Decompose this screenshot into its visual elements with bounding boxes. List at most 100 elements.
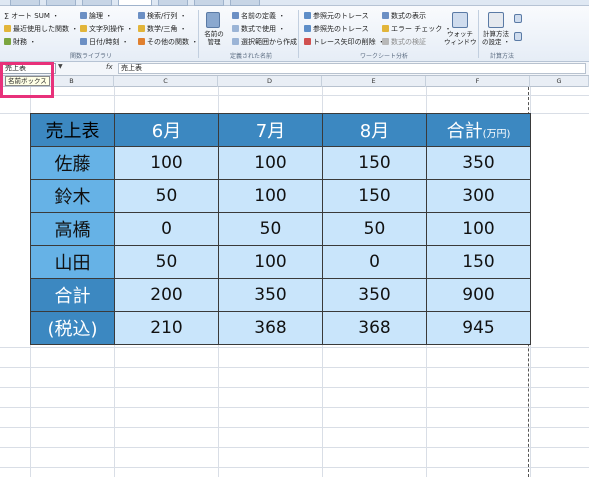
value-cell[interactable]: 150	[322, 146, 427, 180]
more-book-icon	[138, 38, 145, 45]
row-header-cell[interactable]: 山田	[30, 245, 115, 279]
remove-arrows-button[interactable]: トレース矢印の削除 ・	[304, 37, 385, 47]
group-label-function-library: 関数ライブラリ	[70, 53, 113, 60]
lookup-reference-button[interactable]: 検索/行列 ・	[138, 11, 187, 21]
value-cell[interactable]: 945	[426, 311, 531, 345]
warning-icon	[382, 25, 389, 32]
table-row: (税込) 210 368 368 945	[30, 311, 531, 345]
value-cell[interactable]: 210	[114, 311, 219, 345]
month-header-cell[interactable]: 7月	[218, 113, 323, 147]
trace-dependents-button[interactable]: 参照先のトレース	[304, 24, 369, 34]
value-cell[interactable]: 350	[322, 278, 427, 312]
gridline	[0, 95, 589, 96]
value-cell[interactable]: 0	[322, 245, 427, 279]
text-a-icon	[80, 25, 87, 32]
search-book-icon	[138, 12, 145, 19]
row-header-cell[interactable]: 高橋	[30, 212, 115, 246]
value-cell[interactable]: 350	[426, 146, 531, 180]
table-header-row: 売上表 6月 7月 8月 合計(万円)	[30, 113, 531, 147]
group-separator	[478, 10, 479, 58]
sigma-icon: Σ	[4, 12, 10, 21]
gridline	[0, 447, 589, 448]
tab-data[interactable]	[158, 0, 188, 6]
autosum-button[interactable]: Σ オート SUM ・	[4, 11, 59, 21]
more-functions-button[interactable]: その他の関数 ・	[138, 37, 198, 47]
calculate-now-icon[interactable]	[514, 14, 522, 23]
gridline	[0, 367, 589, 368]
group-separator	[298, 10, 299, 58]
name-box-highlight	[0, 62, 54, 98]
calculation-options-button[interactable]: 計算方法 の設定 ・	[480, 30, 512, 46]
value-cell[interactable]: 150	[322, 179, 427, 213]
calculator-icon	[488, 12, 504, 28]
value-cell[interactable]: 100	[426, 212, 531, 246]
value-cell[interactable]: 50	[114, 179, 219, 213]
column-header[interactable]: D	[218, 76, 322, 87]
name-manager-icon	[206, 12, 220, 28]
value-cell[interactable]: 50	[322, 212, 427, 246]
value-cell[interactable]: 0	[114, 212, 219, 246]
trace-precedents-button[interactable]: 参照元のトレース	[304, 11, 369, 21]
formula-input[interactable]: 売上表	[118, 63, 586, 74]
column-header[interactable]: F	[426, 76, 530, 87]
use-in-formula-button[interactable]: 数式で使用 ・	[232, 24, 285, 34]
value-cell[interactable]: 300	[426, 179, 531, 213]
table-row: 高橋 0 50 50 100	[30, 212, 531, 246]
value-cell[interactable]: 50	[218, 212, 323, 246]
month-header-cell[interactable]: 8月	[322, 113, 427, 147]
value-cell[interactable]: 100	[218, 245, 323, 279]
value-cell[interactable]: 100	[218, 146, 323, 180]
tab-review[interactable]	[194, 0, 224, 6]
insert-function-icon[interactable]: fx	[106, 63, 113, 71]
text-button[interactable]: 文字列操作 ・	[80, 24, 133, 34]
show-formulas-button[interactable]: 数式の表示	[382, 11, 426, 21]
ribbon: Σ オート SUM ・ 最近使用した関数 ・ 財務 ・ 論理 ・ 文字列操作 ・ …	[0, 0, 589, 62]
group-label-formula-auditing: ワークシート分析	[360, 53, 409, 60]
tab-view[interactable]	[230, 0, 260, 6]
tab-formulas[interactable]	[118, 0, 152, 6]
chevron-down-icon[interactable]: ▼	[58, 63, 63, 70]
tab-page-layout[interactable]	[82, 0, 112, 6]
tab-insert[interactable]	[46, 0, 76, 6]
fx-icon	[232, 25, 239, 32]
tag-icon	[232, 12, 239, 19]
create-from-selection-button[interactable]: 選択範囲から作成	[232, 37, 297, 47]
date-time-button[interactable]: 日付/時刻 ・	[80, 37, 129, 47]
value-cell[interactable]: 100	[218, 179, 323, 213]
total-unit: (万円)	[482, 129, 511, 140]
watch-window-button[interactable]: ウォッチ ウィンドウ	[444, 30, 477, 46]
calculate-sheet-icon[interactable]	[514, 32, 522, 41]
row-header-cell[interactable]: 合計	[30, 278, 115, 312]
evaluate-formula-button[interactable]: 数式の検証	[382, 37, 426, 47]
group-label-calculation: 計算方法	[490, 53, 515, 60]
value-cell[interactable]: 100	[114, 146, 219, 180]
name-manager-button[interactable]: 名前の 管理	[200, 30, 228, 46]
column-header[interactable]: C	[114, 76, 218, 87]
row-header-cell[interactable]: 佐藤	[30, 146, 115, 180]
math-trig-button[interactable]: 数学/三角 ・	[138, 24, 187, 34]
total-header-cell[interactable]: 合計(万円)	[426, 113, 531, 147]
row-header-cell[interactable]: (税込)	[30, 311, 115, 345]
month-header-cell[interactable]: 6月	[114, 113, 219, 147]
financial-button[interactable]: 財務 ・	[4, 37, 36, 47]
tab-home[interactable]	[10, 0, 40, 6]
value-cell[interactable]: 368	[218, 311, 323, 345]
value-cell[interactable]: 150	[426, 245, 531, 279]
clock-icon	[80, 38, 87, 45]
theta-icon	[138, 25, 145, 32]
value-cell[interactable]: 50	[114, 245, 219, 279]
table-title-cell[interactable]: 売上表	[30, 113, 115, 147]
value-cell[interactable]: 350	[218, 278, 323, 312]
value-cell[interactable]: 368	[322, 311, 427, 345]
coins-icon	[4, 38, 11, 45]
column-header[interactable]: G	[530, 76, 589, 87]
value-cell[interactable]: 200	[114, 278, 219, 312]
error-checking-button[interactable]: エラー チェック ・	[382, 24, 451, 34]
row-header-cell[interactable]: 鈴木	[30, 179, 115, 213]
define-name-button[interactable]: 名前の定義 ・	[232, 11, 285, 21]
logical-button[interactable]: 論理 ・	[80, 11, 112, 21]
recent-functions-button[interactable]: 最近使用した関数 ・	[4, 24, 78, 34]
table-row: 佐藤 100 100 150 350	[30, 146, 531, 180]
column-header[interactable]: E	[322, 76, 426, 87]
value-cell[interactable]: 900	[426, 278, 531, 312]
